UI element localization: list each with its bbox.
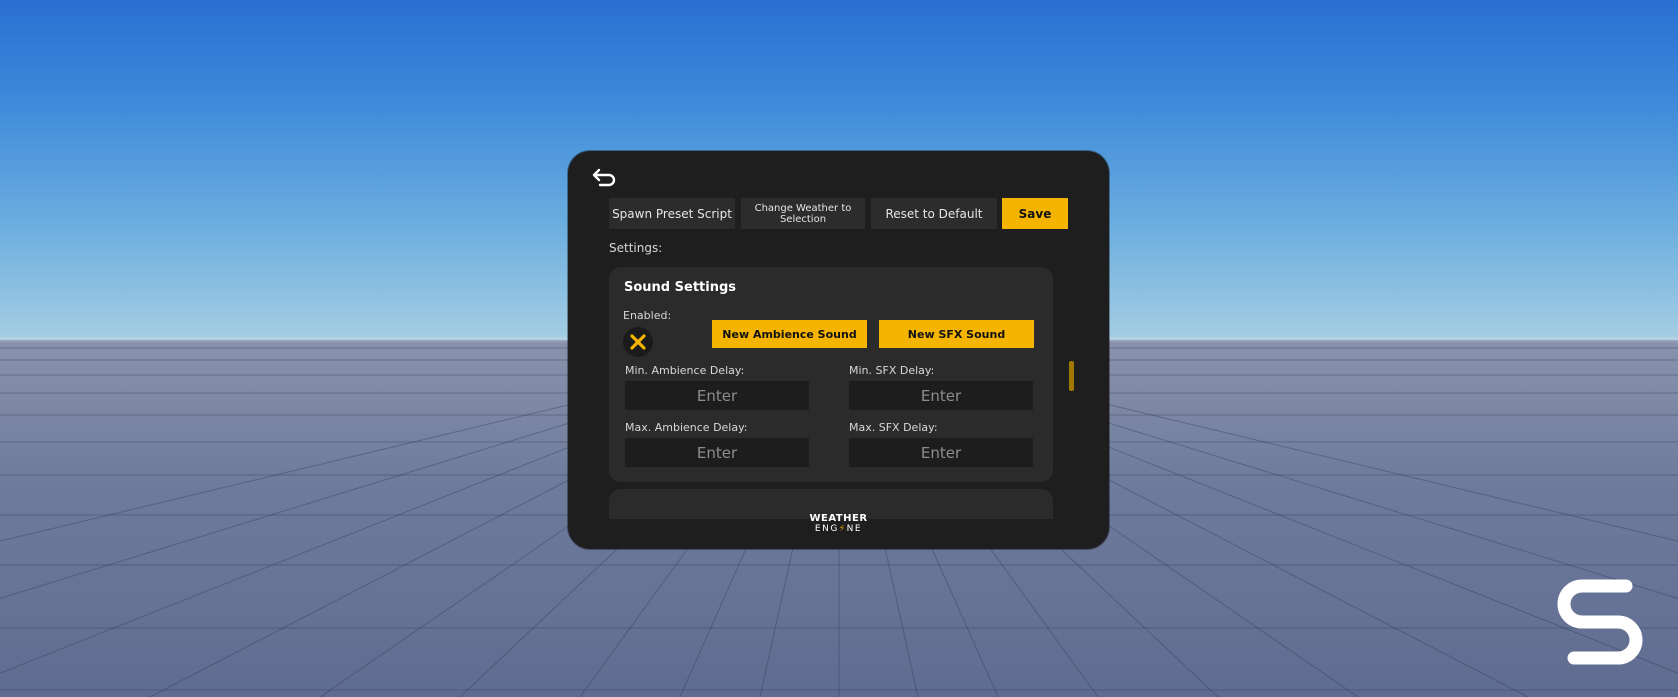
reset-to-default-button[interactable]: Reset to Default <box>871 198 997 229</box>
spawn-preset-script-button[interactable]: Spawn Preset Script <box>609 198 735 229</box>
logo-line-weather: WEATHER <box>809 513 868 524</box>
new-sfx-sound-button[interactable]: New SFX Sound <box>879 320 1034 348</box>
enabled-label: Enabled: <box>623 309 672 322</box>
sound-settings-title: Sound Settings <box>624 280 736 295</box>
min-ambience-delay-input[interactable] <box>625 381 809 410</box>
max-ambience-delay-input[interactable] <box>625 438 809 467</box>
max-sfx-delay-label: Max. SFX Delay: <box>849 421 938 434</box>
scrollbar-thumb[interactable] <box>1069 361 1074 391</box>
settings-label: Settings: <box>609 241 663 255</box>
min-ambience-delay-label: Min. Ambience Delay: <box>625 364 745 377</box>
min-sfx-delay-input[interactable] <box>849 381 1033 410</box>
weather-settings-panel: Spawn Preset Script Change Weather to Se… <box>568 151 1109 549</box>
sound-settings-card: Sound Settings Enabled: New Ambience Sou… <box>609 267 1053 482</box>
logo-eng-text: ENG <box>814 524 839 534</box>
close-x-icon <box>630 334 646 350</box>
new-ambience-sound-button[interactable]: New Ambience Sound <box>712 320 867 348</box>
back-arrow-icon <box>592 168 616 187</box>
save-button[interactable]: Save <box>1002 198 1068 229</box>
logo-ne-text: NE <box>846 524 863 534</box>
bolt-icon: ⚡ <box>838 524 847 534</box>
weather-engine-logo: WEATHER ENG⚡NE <box>568 513 1109 535</box>
back-button[interactable] <box>592 167 618 187</box>
enabled-toggle[interactable] <box>623 327 653 357</box>
min-sfx-delay-label: Min. SFX Delay: <box>849 364 935 377</box>
max-sfx-delay-input[interactable] <box>849 438 1033 467</box>
game-viewport: Spawn Preset Script Change Weather to Se… <box>0 0 1678 697</box>
change-weather-button[interactable]: Change Weather to Selection <box>741 198 865 229</box>
s-logo-icon <box>1557 579 1643 665</box>
max-ambience-delay-label: Max. Ambience Delay: <box>625 421 748 434</box>
logo-line-engine: ENG⚡NE <box>568 524 1109 535</box>
